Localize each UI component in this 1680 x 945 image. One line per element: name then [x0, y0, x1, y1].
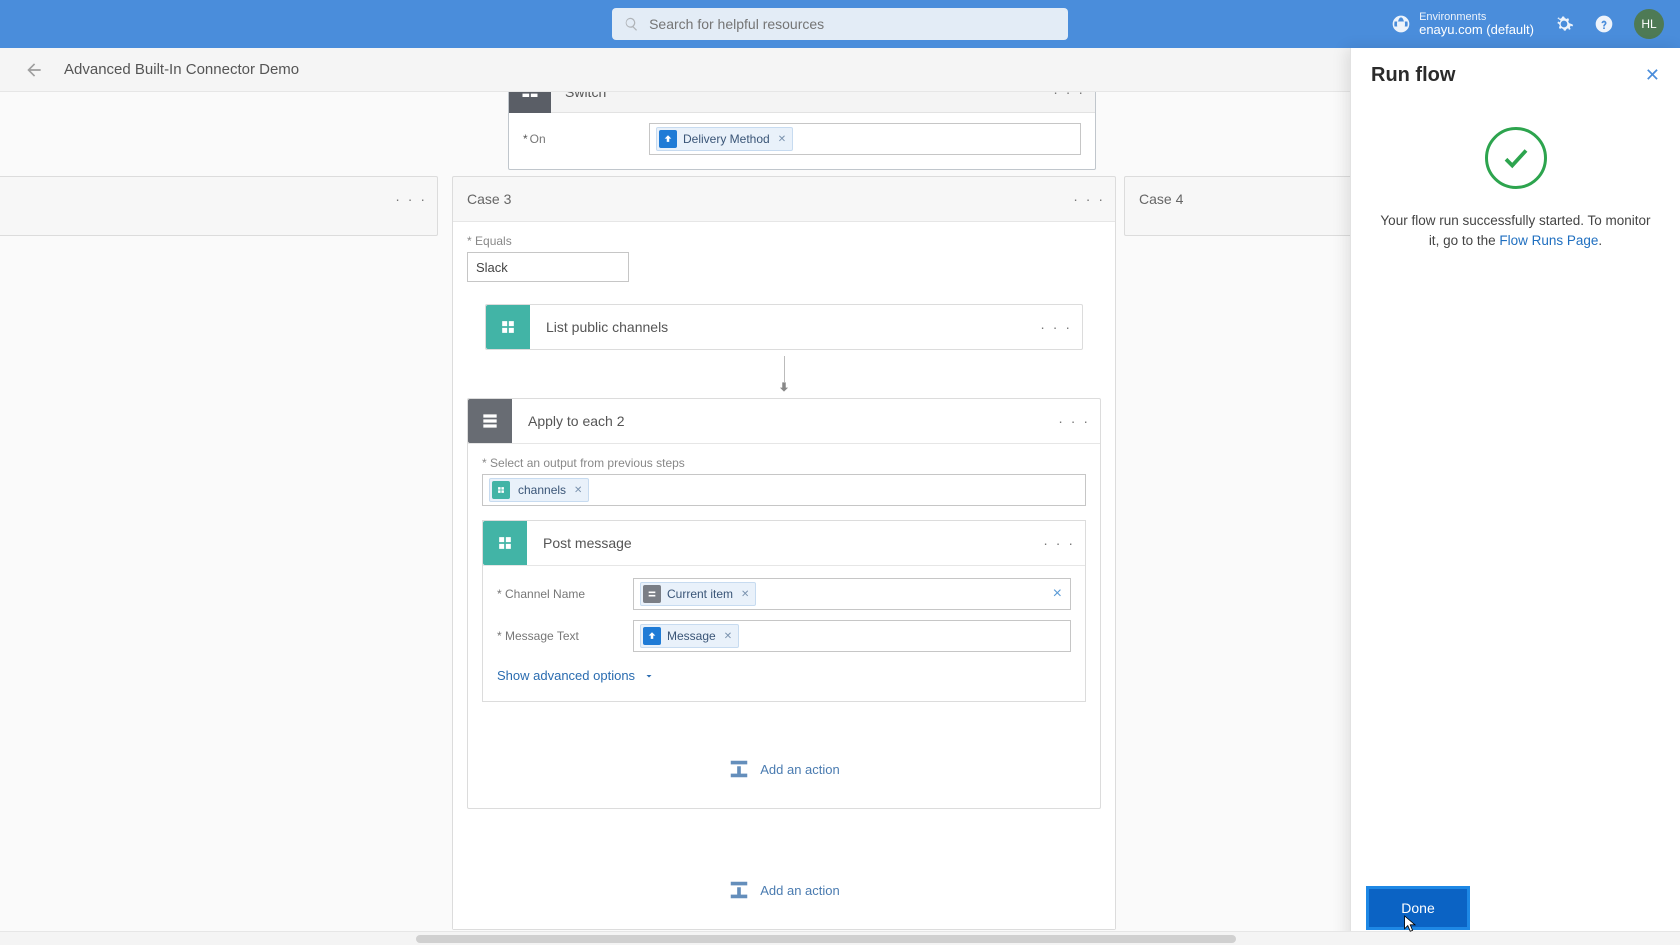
done-button[interactable]: Done	[1369, 889, 1467, 927]
apply-to-each-header[interactable]: Apply to each 2 · · ·	[468, 399, 1100, 443]
switch-icon	[509, 92, 551, 113]
search-input[interactable]	[649, 16, 1056, 32]
list-channels-header[interactable]: List public channels · · ·	[486, 305, 1082, 349]
list-channels-title: List public channels	[530, 319, 668, 335]
environment-icon	[1391, 14, 1411, 34]
channel-name-label: * Channel Name	[497, 587, 633, 601]
horizontal-scrollbar[interactable]	[0, 931, 1680, 945]
select-output-label: * Select an output from previous steps	[482, 456, 1086, 470]
add-action-icon	[728, 879, 750, 901]
post-message-title: Post message	[527, 535, 632, 551]
card-menu-icon[interactable]: · · ·	[1058, 413, 1090, 429]
chevron-down-icon	[643, 670, 655, 682]
token-remove-icon[interactable]: ✕	[574, 485, 582, 496]
token-label: Delivery Method	[683, 132, 770, 146]
token-remove-icon[interactable]: ✕	[724, 631, 732, 642]
apply-to-each-title: Apply to each 2	[512, 413, 625, 429]
back-arrow-icon[interactable]	[24, 60, 44, 80]
add-action-icon	[728, 758, 750, 780]
card-menu-icon[interactable]: · · ·	[1043, 535, 1075, 551]
card-menu-icon[interactable]: · · ·	[1073, 191, 1105, 207]
search-box[interactable]	[612, 8, 1068, 40]
switch-on-label: *On	[523, 132, 649, 146]
case-4-title: Case 4	[1139, 191, 1183, 207]
panel-title: Run flow	[1371, 64, 1455, 87]
help-icon[interactable]	[1594, 14, 1614, 34]
flow-runs-link[interactable]: Flow Runs Page	[1499, 233, 1598, 248]
message-text-label: * Message Text	[497, 629, 633, 643]
channels-token[interactable]: channels ✕	[489, 478, 589, 502]
channel-name-input[interactable]: Current item ✕ ×	[633, 578, 1071, 610]
post-message-header[interactable]: Post message · · ·	[483, 521, 1085, 565]
add-action-label: Add an action	[760, 762, 840, 777]
add-action-outer[interactable]: Add an action	[467, 879, 1101, 901]
card-menu-icon[interactable]: · · ·	[1040, 319, 1072, 335]
message-token[interactable]: Message ✕	[640, 624, 739, 648]
post-message-card: Post message · · · * Channel Name	[482, 520, 1086, 702]
case-3-title: Case 3	[467, 191, 511, 207]
settings-icon[interactable]	[1554, 14, 1574, 34]
token-remove-icon[interactable]: ✕	[778, 134, 786, 145]
show-advanced-link[interactable]: Show advanced options	[497, 668, 655, 683]
success-check-icon	[1485, 127, 1547, 189]
add-action-inner[interactable]: Add an action	[482, 758, 1086, 780]
environment-selector[interactable]: Environments enayu.com (default)	[1391, 11, 1534, 37]
message-text-input[interactable]: Message ✕	[633, 620, 1071, 652]
panel-message: Your flow run successfully started. To m…	[1375, 211, 1656, 250]
card-menu-icon[interactable]: · · ·	[1053, 92, 1085, 100]
slack-icon	[486, 305, 530, 349]
token-label: Current item	[667, 587, 733, 601]
case-column-left: · · ·	[0, 176, 438, 236]
switch-card-header[interactable]: Switch · · ·	[509, 92, 1095, 113]
select-output-input[interactable]: channels ✕	[482, 474, 1086, 506]
case-3-header[interactable]: Case 3 · · ·	[453, 177, 1115, 221]
connector-arrow-icon	[467, 356, 1101, 394]
app-topbar: Environments enayu.com (default) HL	[0, 0, 1680, 48]
token-remove-icon[interactable]: ✕	[741, 589, 749, 600]
current-item-token[interactable]: Current item ✕	[640, 582, 756, 606]
clear-field-icon[interactable]: ×	[1053, 585, 1062, 603]
token-label: Message	[667, 629, 716, 643]
equals-input[interactable]	[467, 252, 629, 282]
slack-icon	[483, 521, 527, 565]
list-channels-card: List public channels · · ·	[485, 304, 1083, 350]
switch-on-input[interactable]: Delivery Method ✕	[649, 123, 1081, 155]
add-action-label: Add an action	[760, 883, 840, 898]
flow-title: Advanced Built-In Connector Demo	[64, 61, 299, 78]
card-menu-icon[interactable]: · · ·	[395, 191, 427, 207]
scrollbar-thumb[interactable]	[416, 935, 1236, 943]
run-flow-panel: Run flow ✕ Your flow run successfully st…	[1350, 48, 1680, 945]
close-icon[interactable]: ✕	[1645, 65, 1660, 86]
user-avatar[interactable]: HL	[1634, 9, 1664, 39]
topbar-right: Environments enayu.com (default) HL	[1391, 0, 1664, 48]
switch-card: Switch · · · *On Delivery Method ✕	[508, 92, 1096, 170]
environment-value: enayu.com (default)	[1419, 23, 1534, 37]
apply-to-each-card: Apply to each 2 · · · * Select an output…	[467, 398, 1101, 809]
environment-label: Environments	[1419, 11, 1534, 23]
search-icon	[624, 16, 639, 32]
loop-icon	[468, 399, 512, 443]
token-label: channels	[518, 483, 566, 497]
delivery-method-token[interactable]: Delivery Method ✕	[656, 127, 793, 151]
equals-label: * Equals	[467, 234, 1101, 248]
switch-card-title: Switch	[551, 92, 606, 100]
case-3-column: Case 3 · · · * Equals List public channe…	[452, 176, 1116, 930]
